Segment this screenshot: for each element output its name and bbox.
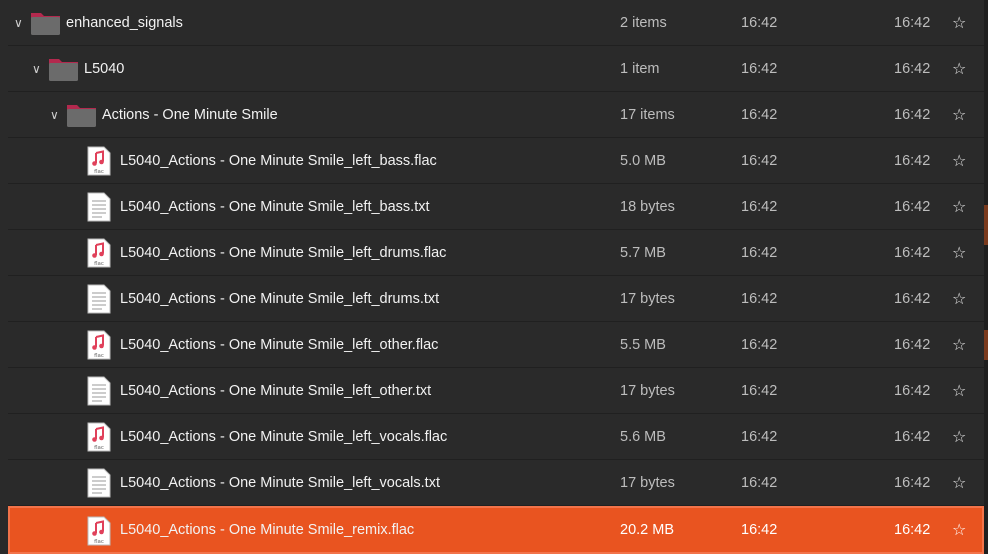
folder-row-actions[interactable]: ∨ Actions - One Minute Smile 17 items 16… bbox=[8, 92, 984, 138]
chevron-down-icon[interactable]: ∨ bbox=[50, 92, 59, 137]
star-icon[interactable]: ☆ bbox=[952, 460, 966, 505]
row-name: L5040 bbox=[84, 60, 125, 77]
chevron-down-icon[interactable]: ∨ bbox=[32, 46, 41, 91]
svg-text:flac: flac bbox=[94, 539, 104, 545]
row-name: L5040_Actions - One Minute Smile_left_dr… bbox=[120, 244, 447, 261]
row-size: 5.0 MB bbox=[620, 152, 666, 169]
row-name: L5040_Actions - One Minute Smile_left_vo… bbox=[120, 428, 448, 445]
row-size: 2 items bbox=[620, 14, 667, 31]
row-size: 17 bytes bbox=[620, 382, 675, 399]
star-icon[interactable]: ☆ bbox=[952, 276, 966, 321]
row-accessed: 16:42 bbox=[894, 198, 931, 215]
text-file-icon bbox=[87, 192, 111, 222]
window-edge bbox=[984, 330, 988, 360]
row-size: 17 bytes bbox=[620, 474, 675, 491]
folder-icon bbox=[49, 59, 78, 81]
svg-text:flac: flac bbox=[94, 169, 104, 175]
file-row-selected[interactable]: flac L5040_Actions - One Minute Smile_re… bbox=[8, 506, 984, 554]
row-modified: 16:42 bbox=[741, 198, 778, 215]
audio-file-icon: flac bbox=[87, 146, 111, 176]
audio-file-icon: flac bbox=[87, 516, 111, 546]
row-accessed: 16:42 bbox=[894, 14, 931, 31]
folder-icon bbox=[67, 105, 96, 127]
star-icon[interactable]: ☆ bbox=[952, 368, 966, 413]
row-size: 5.6 MB bbox=[620, 428, 666, 445]
row-name: L5040_Actions - One Minute Smile_left_dr… bbox=[120, 290, 440, 307]
chevron-down-icon[interactable]: ∨ bbox=[14, 0, 23, 45]
row-modified: 16:42 bbox=[741, 14, 778, 31]
star-icon[interactable]: ☆ bbox=[952, 92, 966, 137]
row-name: L5040_Actions - One Minute Smile_left_ba… bbox=[120, 198, 430, 215]
row-size: 17 items bbox=[620, 106, 675, 123]
row-modified: 16:42 bbox=[741, 60, 778, 77]
audio-file-icon: flac bbox=[87, 330, 111, 360]
row-accessed: 16:42 bbox=[894, 474, 931, 491]
audio-file-icon: flac bbox=[87, 238, 111, 268]
row-name: L5040_Actions - One Minute Smile_left_ot… bbox=[120, 336, 439, 353]
row-size: 1 item bbox=[620, 60, 660, 77]
file-row[interactable]: flac L5040_Actions - One Minute Smile_le… bbox=[8, 322, 984, 368]
row-modified: 16:42 bbox=[741, 152, 778, 169]
star-icon[interactable]: ☆ bbox=[952, 46, 966, 91]
row-accessed: 16:42 bbox=[894, 336, 931, 353]
row-accessed: 16:42 bbox=[894, 522, 931, 538]
file-row[interactable]: L5040_Actions - One Minute Smile_left_vo… bbox=[8, 460, 984, 506]
star-icon[interactable]: ☆ bbox=[952, 508, 966, 552]
row-accessed: 16:42 bbox=[894, 152, 931, 169]
row-name: enhanced_signals bbox=[66, 14, 183, 31]
row-name: Actions - One Minute Smile bbox=[102, 106, 278, 123]
row-modified: 16:42 bbox=[741, 336, 778, 353]
row-size: 20.2 MB bbox=[620, 522, 674, 538]
row-name: L5040_Actions - One Minute Smile_left_ot… bbox=[120, 382, 432, 399]
star-icon[interactable]: ☆ bbox=[952, 138, 966, 183]
row-accessed: 16:42 bbox=[894, 290, 931, 307]
star-icon[interactable]: ☆ bbox=[952, 184, 966, 229]
text-file-icon bbox=[87, 284, 111, 314]
file-row[interactable]: flac L5040_Actions - One Minute Smile_le… bbox=[8, 138, 984, 184]
file-row[interactable]: flac L5040_Actions - One Minute Smile_le… bbox=[8, 230, 984, 276]
row-modified: 16:42 bbox=[741, 522, 778, 538]
window-edge bbox=[984, 205, 988, 245]
star-icon[interactable]: ☆ bbox=[952, 322, 966, 367]
row-accessed: 16:42 bbox=[894, 382, 931, 399]
row-accessed: 16:42 bbox=[894, 244, 931, 261]
row-modified: 16:42 bbox=[741, 290, 778, 307]
folder-icon bbox=[31, 13, 60, 35]
text-file-icon bbox=[87, 468, 111, 498]
file-row[interactable]: flac L5040_Actions - One Minute Smile_le… bbox=[8, 414, 984, 460]
row-size: 18 bytes bbox=[620, 198, 675, 215]
star-icon[interactable]: ☆ bbox=[952, 414, 966, 459]
row-name: L5040_Actions - One Minute Smile_left_vo… bbox=[120, 474, 440, 491]
folder-row-l5040[interactable]: ∨ L5040 1 item 16:42 16:42 ☆ bbox=[8, 46, 984, 92]
row-size: 17 bytes bbox=[620, 290, 675, 307]
row-modified: 16:42 bbox=[741, 428, 778, 445]
file-row[interactable]: L5040_Actions - One Minute Smile_left_ba… bbox=[8, 184, 984, 230]
row-modified: 16:42 bbox=[741, 474, 778, 491]
file-row[interactable]: L5040_Actions - One Minute Smile_left_dr… bbox=[8, 276, 984, 322]
row-modified: 16:42 bbox=[741, 382, 778, 399]
svg-text:flac: flac bbox=[94, 353, 104, 359]
file-list: ∨ enhanced_signals 2 items 16:42 16:42 ☆… bbox=[0, 0, 984, 554]
svg-text:flac: flac bbox=[94, 445, 104, 451]
row-accessed: 16:42 bbox=[894, 106, 931, 123]
row-name: L5040_Actions - One Minute Smile_remix.f… bbox=[120, 522, 415, 538]
text-file-icon bbox=[87, 376, 111, 406]
row-name: L5040_Actions - One Minute Smile_left_ba… bbox=[120, 152, 437, 169]
row-size: 5.5 MB bbox=[620, 336, 666, 353]
star-icon[interactable]: ☆ bbox=[952, 230, 966, 275]
row-accessed: 16:42 bbox=[894, 60, 931, 77]
star-icon[interactable]: ☆ bbox=[952, 0, 966, 45]
row-modified: 16:42 bbox=[741, 106, 778, 123]
file-row[interactable]: L5040_Actions - One Minute Smile_left_ot… bbox=[8, 368, 984, 414]
audio-file-icon: flac bbox=[87, 422, 111, 452]
folder-row-enhanced-signals[interactable]: ∨ enhanced_signals 2 items 16:42 16:42 ☆ bbox=[8, 0, 984, 46]
row-accessed: 16:42 bbox=[894, 428, 931, 445]
row-modified: 16:42 bbox=[741, 244, 778, 261]
row-size: 5.7 MB bbox=[620, 244, 666, 261]
svg-text:flac: flac bbox=[94, 261, 104, 267]
